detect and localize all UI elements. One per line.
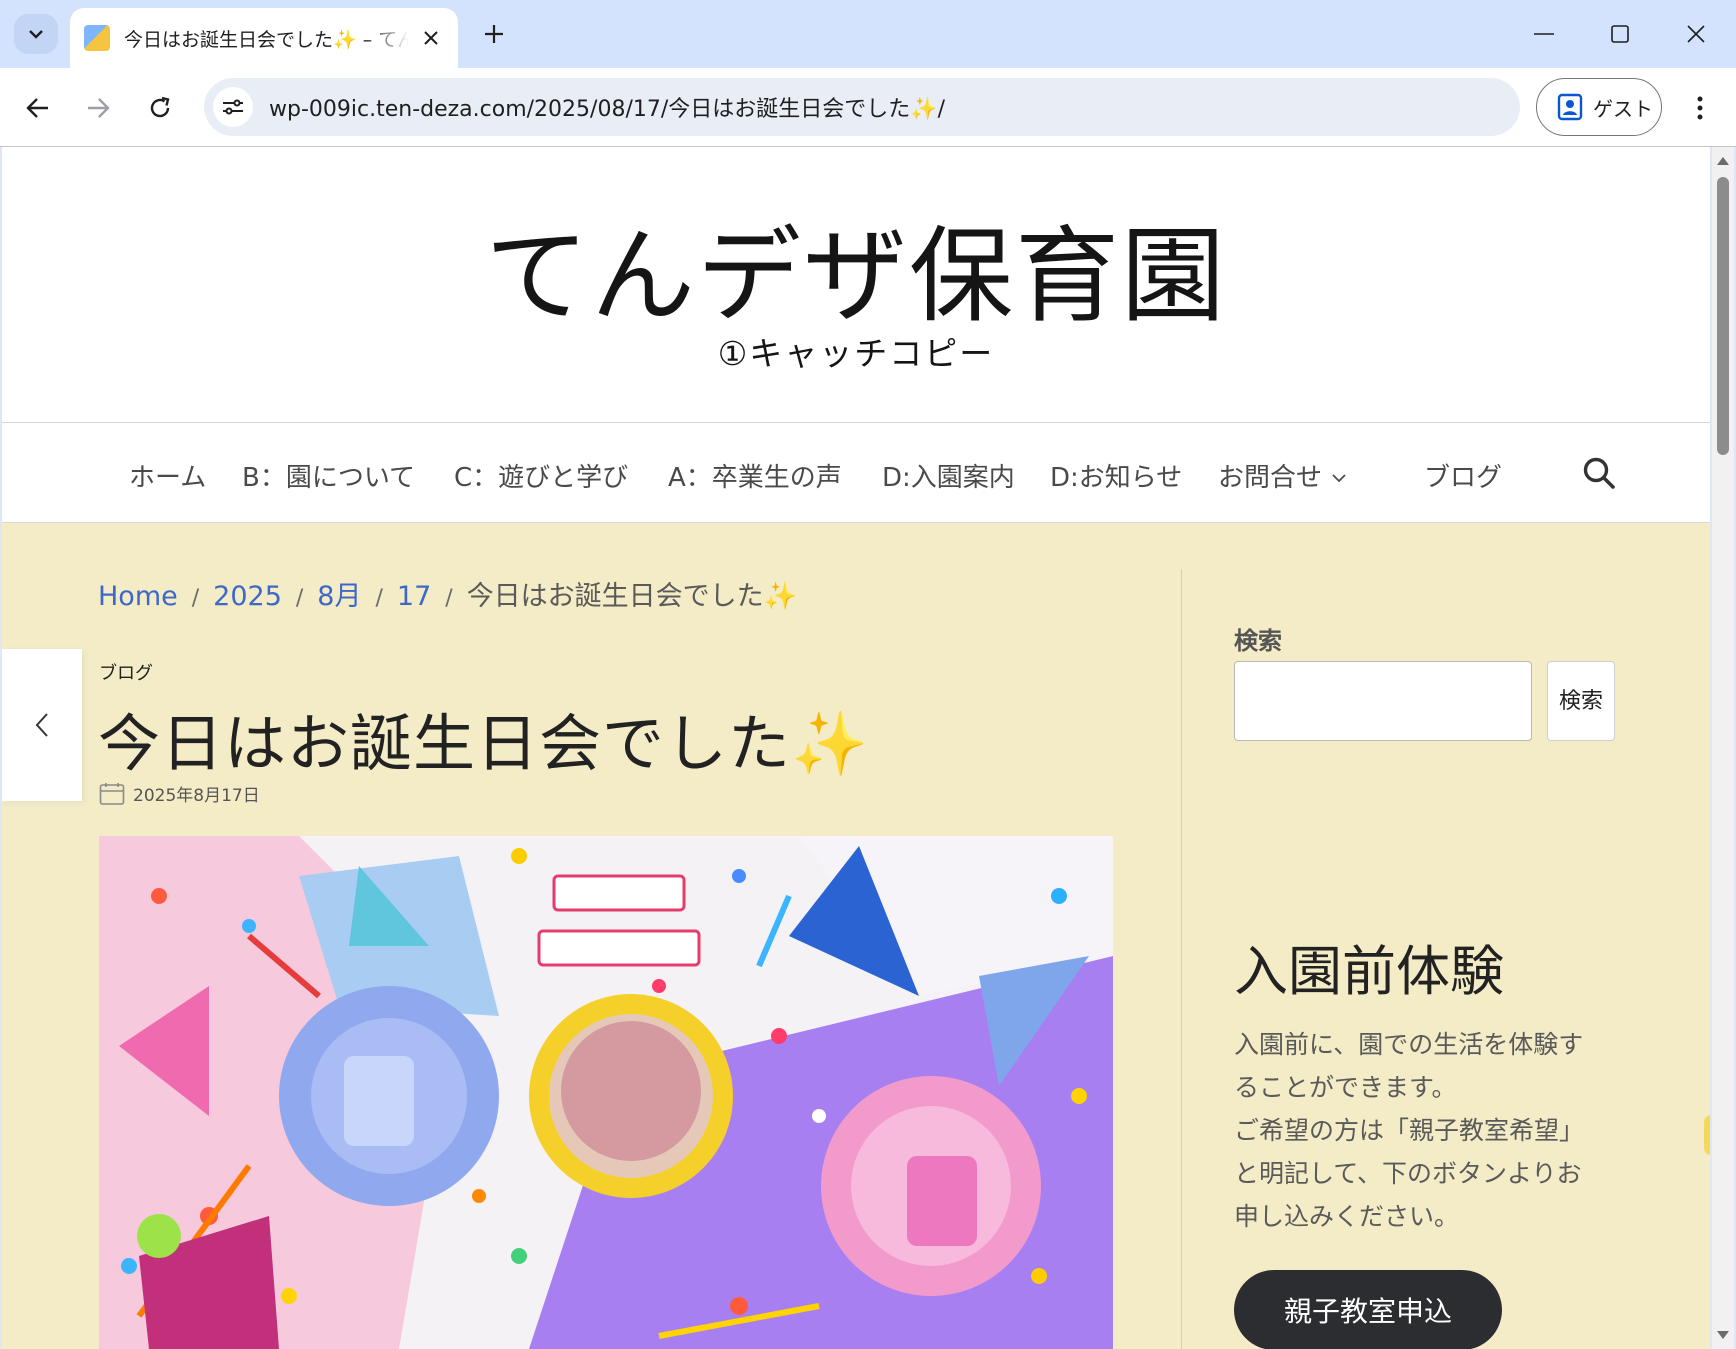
chevron-down-icon <box>29 30 43 39</box>
widget-heading: 入園前体験 <box>1234 940 1504 1003</box>
widget-text-line: と明記して、下のボタンよりお <box>1234 1159 1582 1188</box>
primary-nav: ホーム B：園について C：遊びと学び A：卒業生の声 D:入園案内 D:お知ら… <box>2 423 1710 522</box>
more-vert-icon <box>1697 96 1703 120</box>
profile-label: ゲスト <box>1593 96 1653 121</box>
breadcrumb-home[interactable]: Home <box>98 581 178 612</box>
triangle-down-icon <box>1717 1331 1729 1339</box>
breadcrumb-month[interactable]: 8月 <box>317 581 361 612</box>
web-page: てんデザ保育園 ①キャッチコピー ホーム B：園について C：遊びと学び A：卒… <box>2 147 1710 1349</box>
breadcrumb-separator: / <box>375 586 383 611</box>
tab-search-button[interactable] <box>14 14 58 54</box>
profile-button[interactable]: ゲスト <box>1536 78 1662 136</box>
breadcrumb-separator: / <box>445 586 453 611</box>
breadcrumb-day[interactable]: 17 <box>397 581 431 612</box>
forward-button[interactable] <box>76 86 120 130</box>
breadcrumb: Home / 2025 / 8月 / 17 / 今日はお誕生日会でした✨ <box>98 574 797 613</box>
post-title: 今日はお誕生日会でした✨ <box>98 707 870 780</box>
featured-image <box>99 836 1113 1349</box>
chevron-left-icon <box>35 713 48 737</box>
chevron-down-icon <box>1332 474 1346 483</box>
widget-text: 入園前に、園での生活を体験す ることができます。 ご希望の方は「親子教室希望」 … <box>1234 1023 1624 1238</box>
search-widget-label: 検索 <box>1234 627 1282 655</box>
minimize-button[interactable] <box>1516 10 1572 58</box>
close-icon <box>424 31 438 45</box>
floating-tab[interactable] <box>1704 1115 1710 1155</box>
url-text[interactable]: wp-009ic.ten-deza.com/2025/08/17/今日はお誕生日… <box>269 91 945 123</box>
nav-item-home[interactable]: ホーム <box>129 457 206 494</box>
breadcrumb-year[interactable]: 2025 <box>213 581 282 612</box>
widget-text-line: 入園前に、園での生活を体験す <box>1234 1030 1584 1059</box>
nav-item-admission[interactable]: D:入園案内 <box>882 457 1015 494</box>
site-info-button[interactable] <box>213 87 253 127</box>
widget-text-line: 申し込みください。 <box>1234 1202 1460 1231</box>
arrow-left-icon <box>26 98 48 118</box>
scroll-up-arrow[interactable] <box>1712 151 1734 171</box>
arrow-right-icon <box>88 98 110 118</box>
triangle-up-icon <box>1717 157 1729 165</box>
back-button[interactable] <box>16 86 60 130</box>
scroll-down-arrow[interactable] <box>1712 1325 1734 1345</box>
post-date: 2025年8月17日 <box>99 781 260 806</box>
nav-item-play-learn[interactable]: C：遊びと学び <box>454 457 628 494</box>
reload-icon <box>150 96 170 118</box>
favicon-icon <box>84 25 110 51</box>
breadcrumb-separator: / <box>191 586 200 611</box>
window-close-button[interactable] <box>1668 10 1724 58</box>
reload-button[interactable] <box>138 86 182 130</box>
close-icon <box>1687 25 1705 43</box>
widget-text-line: ご希望の方は「親子教室希望」 <box>1234 1116 1585 1145</box>
site-tagline: ①キャッチコピー <box>717 334 995 373</box>
search-submit-button[interactable]: 検索 <box>1547 661 1615 741</box>
active-tab[interactable]: 今日はお誕生日会でした✨ – てん <box>70 8 458 68</box>
search-input[interactable] <box>1234 661 1532 741</box>
search-toggle-button[interactable] <box>1582 456 1616 490</box>
browser-toolbar: wp-009ic.ten-deza.com/2025/08/17/今日はお誕生日… <box>0 68 1736 146</box>
scroll-thumb[interactable] <box>1717 177 1729 455</box>
tab-close-button[interactable] <box>418 25 444 51</box>
breadcrumb-separator: / <box>295 586 304 611</box>
site-header: てんデザ保育園 ①キャッチコピー <box>2 147 1710 423</box>
widget-text-line: ることができます。 <box>1234 1073 1457 1102</box>
address-bar[interactable]: wp-009ic.ten-deza.com/2025/08/17/今日はお誕生日… <box>204 78 1520 136</box>
birthday-party-image <box>99 836 1113 1349</box>
site-title[interactable]: てんデザ保育園 <box>2 191 1710 342</box>
post-category[interactable]: ブログ <box>99 659 153 685</box>
sidebar-divider <box>1181 569 1182 1349</box>
previous-post-button[interactable] <box>2 649 82 801</box>
profile-icon <box>1557 93 1583 121</box>
tune-icon <box>223 99 243 115</box>
search-icon <box>1583 457 1615 489</box>
calendar-icon <box>99 782 125 805</box>
browser-menu-button[interactable] <box>1680 86 1720 130</box>
apply-parent-child-class-button[interactable]: 親子教室申込 <box>1234 1270 1502 1349</box>
content-area: Home / 2025 / 8月 / 17 / 今日はお誕生日会でした✨ ブログ 今日はお誕生日… <box>2 523 1710 1349</box>
maximize-icon <box>1611 25 1629 43</box>
tab-title: 今日はお誕生日会でした✨ – てん <box>124 28 409 51</box>
post-date-text: 2025年8月17日 <box>133 786 260 806</box>
minimize-icon <box>1534 33 1554 35</box>
nav-item-contact[interactable]: お問合せ <box>1218 457 1346 494</box>
maximize-button[interactable] <box>1592 10 1648 58</box>
nav-item-about[interactable]: B：園について <box>242 457 415 494</box>
nav-item-blog[interactable]: ブログ <box>1424 457 1502 494</box>
plus-icon <box>485 25 503 43</box>
nav-item-alumni[interactable]: A：卒業生の声 <box>668 457 842 494</box>
page-scrollbar[interactable] <box>1712 147 1734 1349</box>
new-tab-button[interactable] <box>474 14 514 54</box>
breadcrumb-current: 今日はお誕生日会でした✨ <box>466 581 798 612</box>
nav-item-news[interactable]: D:お知らせ <box>1050 457 1182 494</box>
nav-item-contact-label: お問合せ <box>1218 463 1323 493</box>
browser-tabbar: 今日はお誕生日会でした✨ – てん <box>0 0 1736 68</box>
